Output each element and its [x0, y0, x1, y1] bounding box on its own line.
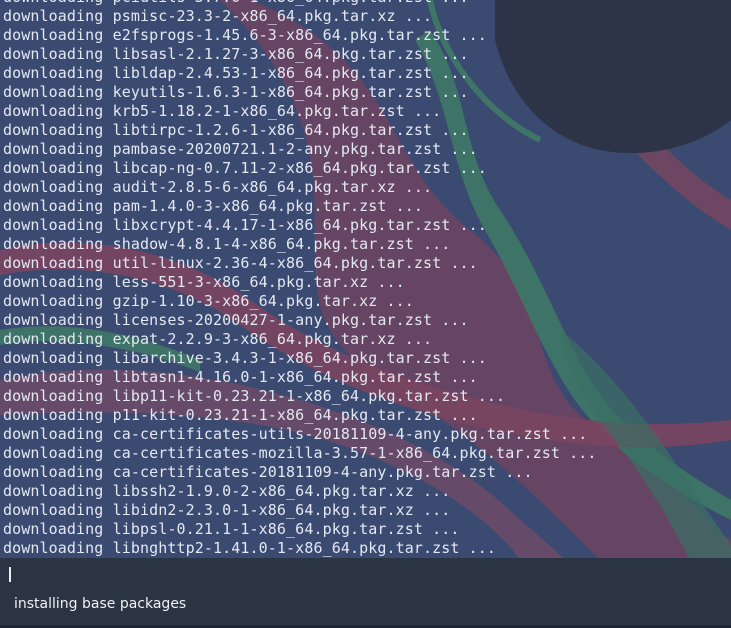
text-cursor	[9, 567, 11, 582]
terminal-line: downloading libssh2-1.9.0-2-x86_64.pkg.t…	[3, 482, 451, 500]
terminal-line: downloading pam-1.4.0-3-x86_64.pkg.tar.z…	[3, 197, 424, 215]
terminal-line: downloading libidn2-2.3.0-1-x86_64.pkg.t…	[3, 501, 451, 519]
terminal-line: downloading krb5-1.18.2-1-x86_64.pkg.tar…	[3, 102, 442, 120]
terminal-line: downloading libtasn1-4.16.0-1-x86_64.pkg…	[3, 368, 478, 386]
terminal-line: downloading expat-2.2.9-3-x86_64.pkg.tar…	[3, 330, 433, 348]
terminal-line: downloading keyutils-1.6.3-1-x86_64.pkg.…	[3, 83, 469, 101]
terminal-line: downloading licenses-20200427-1-any.pkg.…	[3, 311, 469, 329]
terminal-line: downloading libarchive-3.4.3-1-x86_64.pk…	[3, 349, 487, 367]
terminal-line: downloading audit-2.8.5-6-x86_64.pkg.tar…	[3, 178, 433, 196]
terminal-line: downloading util-linux-2.36-4-x86_64.pkg…	[3, 254, 478, 272]
terminal-line: downloading libsasl-2.1.27-3-x86_64.pkg.…	[3, 45, 469, 63]
terminal-line: downloading ca-certificates-utils-201811…	[3, 425, 588, 443]
terminal-line: downloading libxcrypt-4.4.17-1-x86_64.pk…	[3, 216, 487, 234]
terminal-line: downloading shadow-4.8.1-4-x86_64.pkg.ta…	[3, 235, 451, 253]
terminal-line: downloading libp11-kit-0.23.21-1-x86_64.…	[3, 387, 506, 405]
terminal-line: downloading e2fsprogs-1.45.6-3-x86_64.pk…	[3, 26, 487, 44]
terminal-line: downloading gzip-1.10-3-x86_64.pkg.tar.x…	[3, 292, 414, 310]
terminal-line: downloading ca-certificates-mozilla-3.57…	[3, 444, 597, 462]
terminal-output: downloading pciutils-3.7.0-1-x86_64.pkg.…	[0, 0, 731, 558]
terminal-line: downloading less-551-3-x86_64.pkg.tar.xz…	[3, 273, 405, 291]
terminal-line: downloading libpsl-0.21.1-1-x86_64.pkg.t…	[3, 520, 460, 538]
footer-panel: installing base packages	[0, 558, 731, 628]
terminal-line: downloading ca-certificates-20181109-4-a…	[3, 463, 533, 481]
terminal-line: downloading libnghttp2-1.41.0-1-x86_64.p…	[3, 539, 497, 557]
status-text: installing base packages	[14, 596, 187, 612]
terminal-line: downloading libldap-2.4.53-1-x86_64.pkg.…	[3, 64, 469, 82]
terminal-line: downloading pambase-20200721.1-2-any.pkg…	[3, 140, 478, 158]
terminal-line: downloading pciutils-3.7.0-1-x86_64.pkg.…	[3, 0, 597, 7]
terminal-line: downloading p11-kit-0.23.21-1-x86_64.pkg…	[3, 406, 478, 424]
terminal-line: downloading psmisc-23.3-2-x86_64.pkg.tar…	[3, 7, 433, 25]
terminal-line: downloading libcap-ng-0.7.11-2-x86_64.pk…	[3, 159, 487, 177]
command-input[interactable]	[0, 558, 731, 590]
terminal-lines: downloading pciutils-3.7.0-1-x86_64.pkg.…	[3, 0, 597, 558]
terminal-line: downloading libtirpc-1.2.6-1-x86_64.pkg.…	[3, 121, 469, 139]
